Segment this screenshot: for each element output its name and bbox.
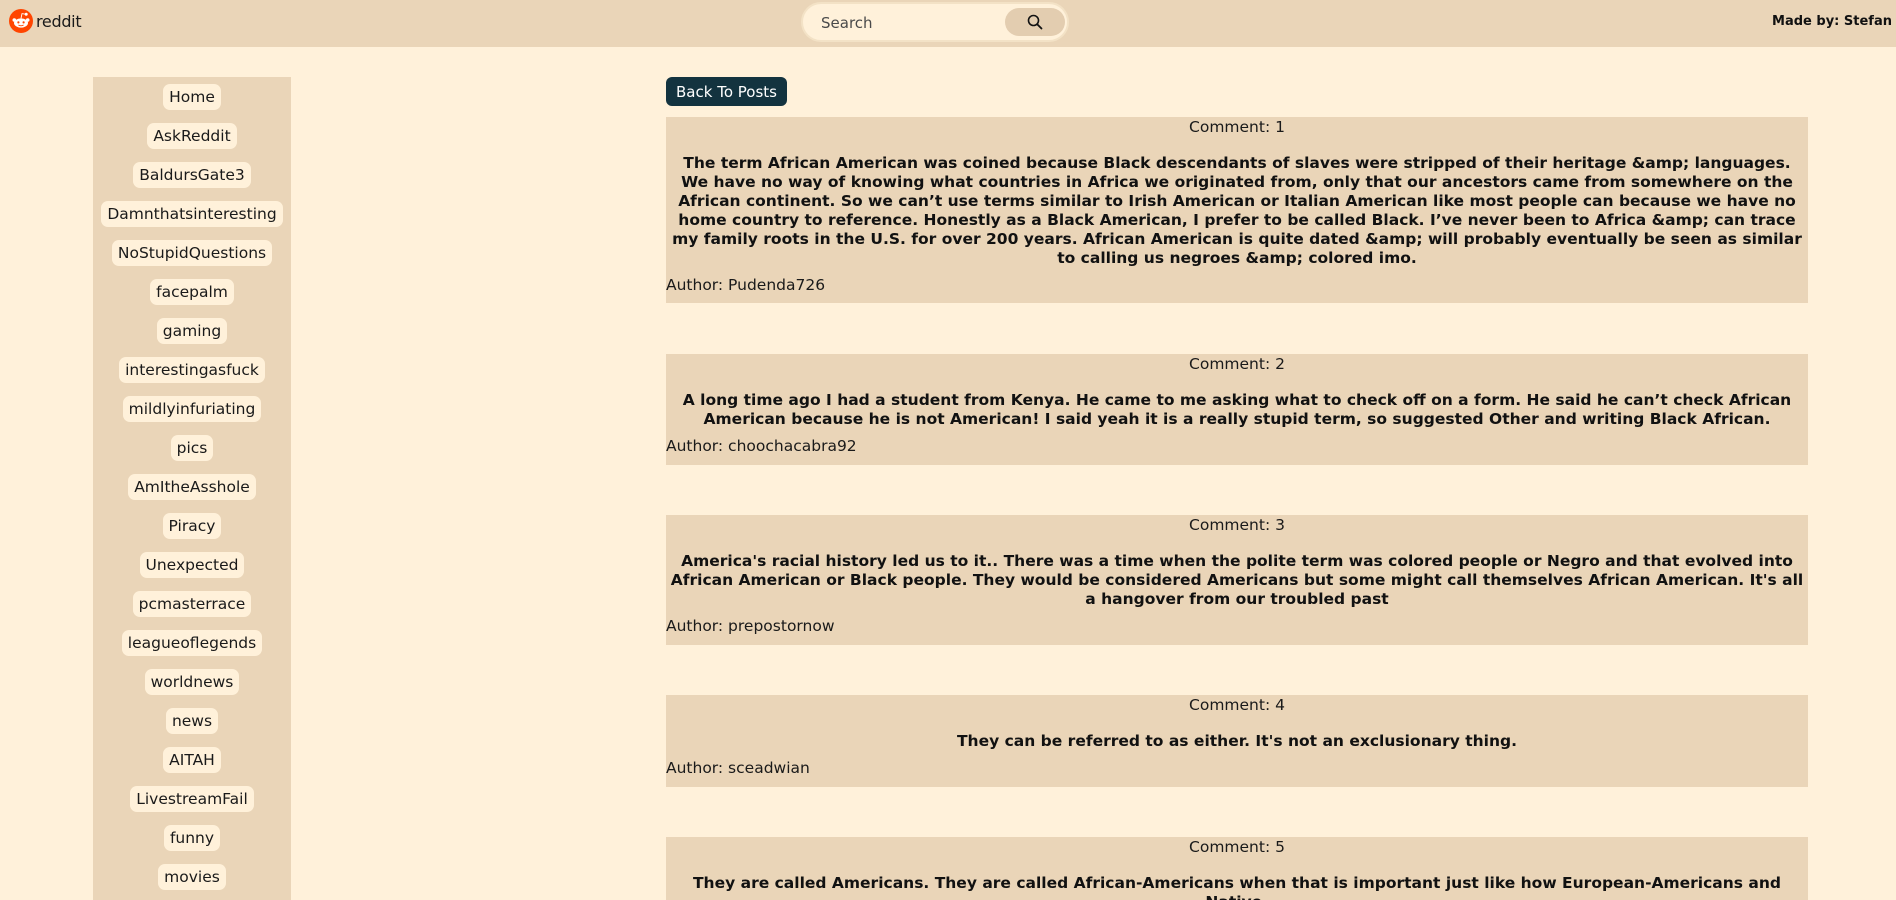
sidebar-item-baldursgate3[interactable]: BaldursGate3 <box>93 155 291 194</box>
sidebar-item-label[interactable]: Piracy <box>162 512 222 539</box>
sidebar-item-damnthatsinteresting[interactable]: Damnthatsinteresting <box>93 194 291 233</box>
comment-card: Comment: 3 America's racial history led … <box>666 515 1808 645</box>
comment-body: They can be referred to as either. It's … <box>956 732 1517 750</box>
sidebar-item-label[interactable]: BaldursGate3 <box>133 161 251 188</box>
search-icon <box>1027 14 1043 30</box>
sidebar-item-label[interactable]: gaming <box>156 317 228 344</box>
comment-card: Comment: 1 The term African American was… <box>666 117 1808 303</box>
sidebar-item-label[interactable]: LivestreamFail <box>130 785 254 812</box>
comment-number: Comment: 1 <box>1189 118 1285 136</box>
comment-body: They are called Americans. They are call… <box>692 874 1782 900</box>
sidebar-item-label[interactable]: AskReddit <box>147 122 237 149</box>
sidebar-item-label[interactable]: worldnews <box>144 668 240 695</box>
search-bar <box>801 2 1069 42</box>
sidebar-item-piracy[interactable]: Piracy <box>93 506 291 545</box>
sidebar-item-gaming[interactable]: gaming <box>93 311 291 350</box>
sidebar-item-label[interactable]: interestingasfuck <box>119 356 265 383</box>
comment-number: Comment: 2 <box>1189 355 1285 373</box>
reddit-logo[interactable]: reddit <box>9 9 82 33</box>
search-button[interactable] <box>1005 8 1065 36</box>
comment-body: A long time ago I had a student from Ken… <box>682 391 1792 428</box>
search-input[interactable] <box>821 12 1001 34</box>
sidebar-item-pcmasterrace[interactable]: pcmasterrace <box>93 584 291 623</box>
sidebar-item-worldnews[interactable]: worldnews <box>93 662 291 701</box>
made-by-credit: Made by: Stefan <box>1772 14 1892 29</box>
comment-body: The term African American was coined bec… <box>672 154 1802 267</box>
sidebar-item-leagueoflegends[interactable]: leagueoflegends <box>93 623 291 662</box>
comment-author: Author: choochacabra92 <box>666 437 857 455</box>
sidebar-item-label[interactable]: funny <box>163 824 221 851</box>
sidebar-item-news[interactable]: news <box>93 701 291 740</box>
comment-author: Author: prepostornow <box>666 617 835 635</box>
sidebar-item-livestreamfail[interactable]: LivestreamFail <box>93 779 291 818</box>
sidebar-item-home[interactable]: Home <box>93 77 291 116</box>
sidebar-item-label[interactable]: movies <box>158 863 226 890</box>
sidebar-item-askreddit[interactable]: AskReddit <box>93 116 291 155</box>
comment-card: Comment: 2 A long time ago I had a stude… <box>666 354 1808 465</box>
sidebar-item-label[interactable]: Home <box>163 83 221 110</box>
subreddit-sidebar: Home AskReddit BaldursGate3 Damnthatsint… <box>93 77 291 900</box>
sidebar-item-label[interactable]: pcmasterrace <box>132 590 252 617</box>
sidebar-item-pics[interactable]: pics <box>93 428 291 467</box>
logo-text: reddit <box>36 11 82 31</box>
comment-author: Author: Pudenda726 <box>666 276 826 294</box>
sidebar-item-label[interactable]: leagueoflegends <box>121 629 263 656</box>
sidebar-item-funny[interactable]: funny <box>93 818 291 857</box>
comment-card: Comment: 4 They can be referred to as ei… <box>666 695 1808 787</box>
sidebar-item-label[interactable]: Unexpected <box>139 551 245 578</box>
sidebar-item-label[interactable]: mildlyinfuriating <box>122 395 262 422</box>
back-to-posts-button[interactable]: Back To Posts <box>666 77 787 106</box>
sidebar-item-label[interactable]: Damnthatsinteresting <box>101 200 283 227</box>
sidebar-item-label[interactable]: facepalm <box>150 278 234 305</box>
sidebar-item-aitah[interactable]: AITAH <box>93 740 291 779</box>
comment-card: Comment: 5 They are called Americans. Th… <box>666 837 1808 900</box>
comment-number: Comment: 4 <box>1189 696 1285 714</box>
sidebar-item-unexpected[interactable]: Unexpected <box>93 545 291 584</box>
sidebar-item-label[interactable]: AITAH <box>163 746 221 773</box>
sidebar-item-mildlyinfuriating[interactable]: mildlyinfuriating <box>93 389 291 428</box>
comment-number: Comment: 5 <box>1189 838 1285 856</box>
comment-body: America's racial history led us to it.. … <box>670 552 1804 608</box>
sidebar-item-label[interactable]: pics <box>170 434 214 461</box>
sidebar-item-label[interactable]: NoStupidQuestions <box>111 239 273 266</box>
top-bar: reddit Made by: Stefan <box>0 0 1896 47</box>
sidebar-item-movies[interactable]: movies <box>93 857 291 896</box>
sidebar-item-facepalm[interactable]: facepalm <box>93 272 291 311</box>
sidebar-item-amitheasshole[interactable]: AmItheAsshole <box>93 467 291 506</box>
comment-author: Author: sceadwian <box>666 759 810 777</box>
reddit-alien-icon <box>9 9 33 33</box>
comment-number: Comment: 3 <box>1189 516 1285 534</box>
sidebar-item-nostupidquestions[interactable]: NoStupidQuestions <box>93 233 291 272</box>
sidebar-item-interestingasfuck[interactable]: interestingasfuck <box>93 350 291 389</box>
sidebar-item-label[interactable]: news <box>165 707 219 734</box>
sidebar-item-label[interactable]: AmItheAsshole <box>128 473 256 500</box>
